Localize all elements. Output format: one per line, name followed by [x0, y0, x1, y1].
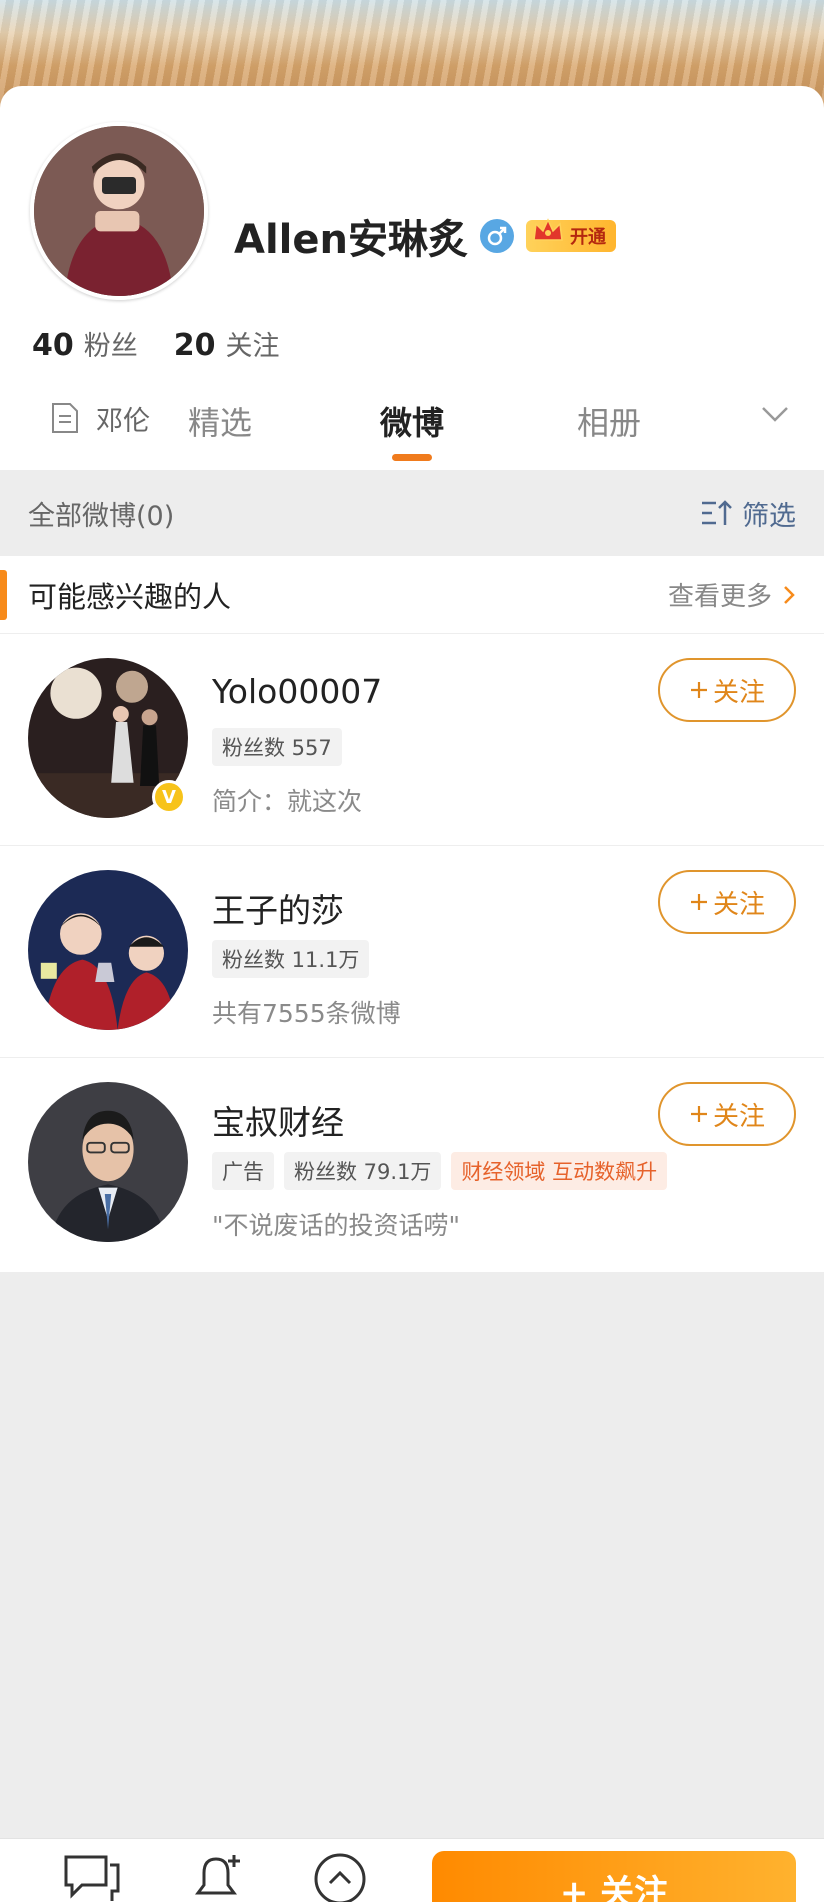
plus-icon [690, 682, 707, 698]
message-icon[interactable] [62, 1851, 122, 1902]
tab-featured[interactable]: 精选 [160, 398, 280, 444]
suggested-person-row[interactable]: 王子的莎 粉丝数 11.1万 共有7555条微博 关注 [0, 846, 824, 1058]
avatar-image [28, 870, 188, 1030]
filter-bar: 全部微博(0) 筛选 [0, 470, 824, 556]
all-posts-label: 全部微博(0) [28, 500, 175, 532]
suggest-header: 可能感兴趣的人 查看更多 [0, 556, 824, 634]
filter-label: 筛选 [742, 500, 796, 532]
following-stat[interactable]: 20 关注 [174, 324, 280, 363]
person-name[interactable]: Yolo00007 [212, 672, 382, 711]
person-tags: 粉丝数 11.1万 [212, 940, 370, 978]
crown-icon [533, 218, 563, 241]
see-more-label: 查看更多 [667, 582, 772, 612]
fans-count: 40 [32, 328, 74, 363]
person-avatar[interactable] [28, 870, 188, 1030]
person-name[interactable]: 王子的莎 [212, 884, 344, 932]
avatar-image [34, 126, 204, 296]
bottom-action-bar: + 关注 [0, 1838, 824, 1902]
verified-badge: V [152, 780, 186, 814]
follow-button[interactable]: 关注 [658, 658, 796, 722]
following-count: 20 [173, 328, 216, 363]
vip-open-button[interactable]: 开通 [525, 218, 616, 252]
chevron-down-icon[interactable] [760, 404, 790, 424]
follow-label: 关注 [712, 677, 765, 708]
person-name[interactable]: 宝叔财经 [212, 1096, 344, 1144]
trending-tag: 财经领域 互动数飙升 [451, 1152, 668, 1190]
tab-album[interactable]: 相册 [549, 398, 669, 444]
ad-tag: 广告 [212, 1152, 274, 1190]
suggest-title: 可能感兴趣的人 [28, 579, 232, 614]
chevron-right-icon [784, 585, 795, 604]
section-accent-bar [0, 570, 7, 620]
person-desc: "不说废话的投资话唠" [212, 1211, 460, 1240]
person-avatar[interactable] [28, 1082, 188, 1242]
active-tab-indicator [392, 454, 432, 461]
tab-weibo[interactable]: 微博 [352, 398, 472, 444]
following-label: 关注 [225, 331, 280, 362]
person-desc: 共有7555条微博 [212, 999, 401, 1028]
filter-button[interactable]: 筛选 [700, 494, 796, 533]
profile-stats: 40 粉丝 20 关注 [32, 324, 280, 363]
fans-tag: 粉丝数 79.1万 [284, 1152, 442, 1190]
plus-icon [690, 894, 707, 910]
main-follow-button[interactable]: + 关注 [432, 1851, 796, 1902]
see-more-link[interactable]: 查看更多 [668, 576, 796, 613]
bell-plus-icon[interactable] [188, 1851, 248, 1902]
fans-stat[interactable]: 40 粉丝 [32, 324, 138, 363]
bio-text: 邓伦 [96, 405, 150, 437]
avatar-image [28, 1082, 188, 1242]
username: Allen安琳炙 [234, 217, 468, 263]
suggested-person-row[interactable]: 宝叔财经 广告 粉丝数 79.1万 财经领域 互动数飙升 "不说废话的投资话唠"… [0, 1058, 824, 1270]
profile-avatar[interactable] [30, 122, 208, 300]
follow-label: 关注 [712, 889, 765, 920]
suggested-person-row[interactable]: V Yolo00007 粉丝数 557 简介：就这次 关注 [0, 634, 824, 846]
filter-icon [702, 500, 732, 525]
suggested-people-section: 可能感兴趣的人 查看更多 V Yolo00007 粉丝数 557 简介：就这次 [0, 556, 824, 1272]
username-row: Allen安琳炙 开通 [234, 206, 616, 266]
fans-tag: 粉丝数 11.1万 [212, 940, 370, 978]
follow-button[interactable]: 关注 [658, 870, 796, 934]
person-tags: 广告 粉丝数 79.1万 财经领域 互动数飙升 [212, 1152, 668, 1190]
follow-label: 关注 [712, 1101, 765, 1132]
fans-label: 粉丝 [83, 331, 138, 362]
gender-male-icon [479, 219, 514, 253]
vip-label: 开通 [569, 227, 606, 248]
plus-icon [690, 1106, 707, 1122]
up-arrow-icon[interactable] [310, 1851, 370, 1902]
fans-tag: 粉丝数 557 [212, 728, 342, 766]
follow-button[interactable]: 关注 [658, 1082, 796, 1146]
document-icon [52, 403, 78, 433]
person-desc: 简介：就这次 [212, 787, 363, 816]
person-tags: 粉丝数 557 [212, 728, 342, 766]
